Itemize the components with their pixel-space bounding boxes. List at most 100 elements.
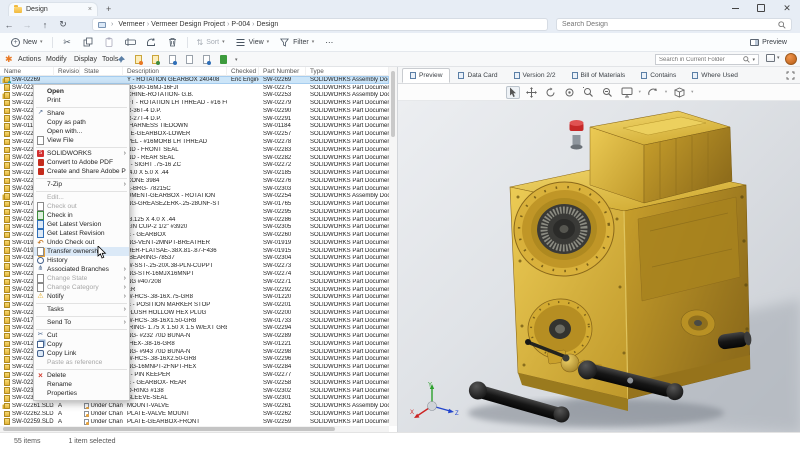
breadcrumb-item[interactable]: Design bbox=[256, 21, 278, 28]
add-file-icon[interactable] bbox=[201, 54, 212, 65]
tab-bill-of-materials[interactable]: Bill of Materials bbox=[564, 68, 634, 83]
get-latest-icon[interactable] bbox=[167, 54, 178, 65]
copy-button[interactable] bbox=[78, 35, 99, 50]
folder-search-box[interactable]: ▾ bbox=[655, 54, 759, 65]
search-input[interactable] bbox=[562, 21, 778, 28]
column-header[interactable]: Description bbox=[123, 67, 227, 76]
menu-item[interactable]: Change Category› bbox=[34, 283, 129, 292]
breadcrumb-item[interactable]: P-004 bbox=[231, 21, 250, 28]
zoom-fit-icon[interactable] bbox=[582, 86, 596, 99]
search-box[interactable] bbox=[556, 18, 792, 31]
column-header[interactable]: State bbox=[80, 67, 123, 76]
forward-button[interactable]: → bbox=[18, 20, 36, 30]
menu-item[interactable]: Get Latest Version bbox=[34, 220, 129, 229]
pdm-menu-modify[interactable]: Modify bbox=[46, 56, 67, 63]
breadcrumb-item[interactable]: Vermeer bbox=[118, 21, 144, 28]
filter-button[interactable]: Filter▾ bbox=[274, 35, 319, 50]
select-cursor-icon[interactable] bbox=[506, 86, 520, 99]
menu-item[interactable]: Paste as reference bbox=[34, 358, 129, 367]
pdm-menu-display[interactable]: Display bbox=[74, 56, 97, 63]
view-button[interactable]: View▾ bbox=[230, 35, 275, 50]
new-tab-button[interactable]: + bbox=[106, 4, 111, 14]
menu-item[interactable]: Tasks› bbox=[34, 305, 129, 314]
sort-button[interactable]: ⇅Sort▾ bbox=[192, 35, 230, 50]
menu-item[interactable]: Delete bbox=[34, 371, 129, 380]
copy-tree-icon[interactable] bbox=[184, 54, 195, 65]
pdm-menu-actions[interactable]: Actions bbox=[18, 56, 41, 63]
menu-item[interactable]: Share bbox=[34, 109, 129, 118]
menu-item[interactable]: Open bbox=[34, 87, 129, 96]
column-header[interactable]: Checked Out By bbox=[227, 67, 259, 76]
tab-close-icon[interactable]: × bbox=[88, 6, 92, 13]
menu-item[interactable]: Associated Branches› bbox=[34, 265, 129, 274]
display-settings-caret[interactable]: ▾ bbox=[777, 55, 780, 61]
menu-item[interactable]: Create and Share Adobe PDF bbox=[34, 167, 129, 176]
spin-icon[interactable] bbox=[563, 86, 577, 99]
delete-button[interactable] bbox=[162, 35, 183, 50]
tab-contains[interactable]: Contains bbox=[633, 68, 684, 83]
menu-item[interactable]: Rename bbox=[34, 380, 129, 389]
menu-item[interactable]: SOLIDWORKS› bbox=[34, 149, 129, 158]
more-options-button[interactable]: ⋯ bbox=[319, 38, 340, 47]
dropdown-caret-icon[interactable]: ▾ bbox=[639, 89, 641, 95]
close-button[interactable]: ✕ bbox=[774, 0, 800, 16]
table-row[interactable]: SW-02259.SLDPRTAUnder ChangePLATE-GEARBO… bbox=[0, 418, 389, 426]
check-out-icon[interactable] bbox=[133, 54, 144, 65]
tab-where-used[interactable]: Where Used bbox=[684, 68, 746, 83]
dropdown-caret-icon[interactable]: ▾ bbox=[665, 89, 667, 95]
new-button[interactable]: + New▾ bbox=[6, 35, 48, 50]
paste-button[interactable] bbox=[99, 35, 120, 50]
menu-item[interactable]: View File bbox=[34, 136, 129, 145]
folder-search-input[interactable] bbox=[659, 57, 741, 63]
menu-item[interactable]: Properties bbox=[34, 389, 129, 398]
menu-item[interactable]: Notify› bbox=[34, 292, 129, 301]
menu-item[interactable]: Copy bbox=[34, 340, 129, 349]
rename-button[interactable] bbox=[120, 35, 141, 50]
rotate-icon[interactable] bbox=[544, 86, 558, 99]
menu-item[interactable]: Cut bbox=[34, 331, 129, 340]
section-view-icon[interactable] bbox=[672, 86, 686, 99]
zoom-out-icon[interactable] bbox=[601, 86, 615, 99]
up-button[interactable]: ↑ bbox=[36, 20, 54, 30]
menu-item[interactable]: Copy as path bbox=[34, 118, 129, 127]
tab-preview[interactable]: Preview bbox=[402, 68, 450, 83]
tab-version-2-2[interactable]: Version 2/2 bbox=[506, 68, 564, 83]
dropdown-caret-icon[interactable]: ▾ bbox=[691, 89, 693, 95]
display-mode-icon[interactable] bbox=[620, 86, 634, 99]
menu-item[interactable]: Print bbox=[34, 96, 129, 105]
check-in-icon[interactable] bbox=[150, 54, 161, 65]
tab-data-card[interactable]: Data Card bbox=[450, 68, 505, 83]
cut-button[interactable]: ✂ bbox=[57, 35, 78, 50]
menu-item[interactable]: Check out bbox=[34, 202, 129, 211]
table-row[interactable]: SW-02261.SLDASMAUnder ChangeMOUNT-VALVES… bbox=[0, 402, 389, 410]
menu-item[interactable]: Transfer ownership bbox=[34, 247, 129, 256]
menu-item[interactable]: 7-Zip› bbox=[34, 180, 129, 189]
menu-item[interactable]: History bbox=[34, 256, 129, 265]
column-header[interactable]: Name bbox=[0, 67, 54, 76]
expand-icon[interactable] bbox=[786, 71, 795, 80]
menu-item[interactable]: Edit... bbox=[34, 193, 129, 202]
menu-item[interactable]: Open with... bbox=[34, 127, 129, 136]
breadcrumb-item[interactable]: Vermeer Design Project bbox=[151, 21, 225, 28]
maximize-button[interactable] bbox=[748, 0, 774, 16]
column-header[interactable]: Type bbox=[306, 67, 389, 76]
search-options-icon[interactable]: ▾ bbox=[752, 57, 755, 63]
menu-item[interactable]: Check in bbox=[34, 211, 129, 220]
refresh-button[interactable]: ↻ bbox=[54, 19, 72, 30]
column-header[interactable]: Revisio... bbox=[54, 67, 80, 76]
menu-item[interactable]: Change State› bbox=[34, 274, 129, 283]
share-button[interactable] bbox=[141, 35, 162, 50]
menu-item[interactable]: Convert to Adobe PDF bbox=[34, 158, 129, 167]
menu-item[interactable]: Copy Link bbox=[34, 349, 129, 358]
pan-icon[interactable] bbox=[525, 86, 539, 99]
pin-icon[interactable] bbox=[116, 54, 127, 65]
display-settings-icon[interactable] bbox=[766, 54, 775, 62]
user-avatar[interactable] bbox=[785, 53, 797, 65]
table-row[interactable]: SW-02269Y - ROTATION GEARBOX 240408Eric … bbox=[0, 76, 389, 84]
table-row[interactable]: SW-02262.SLDPRTAUnder ChangePLATE-VALVE … bbox=[0, 410, 389, 418]
minimize-button[interactable] bbox=[722, 0, 748, 16]
back-button[interactable]: ← bbox=[0, 20, 18, 30]
window-tab[interactable]: Design × bbox=[8, 2, 98, 16]
vertical-scrollbar[interactable] bbox=[389, 67, 397, 426]
3d-viewport[interactable]: Y X Z bbox=[398, 101, 800, 432]
